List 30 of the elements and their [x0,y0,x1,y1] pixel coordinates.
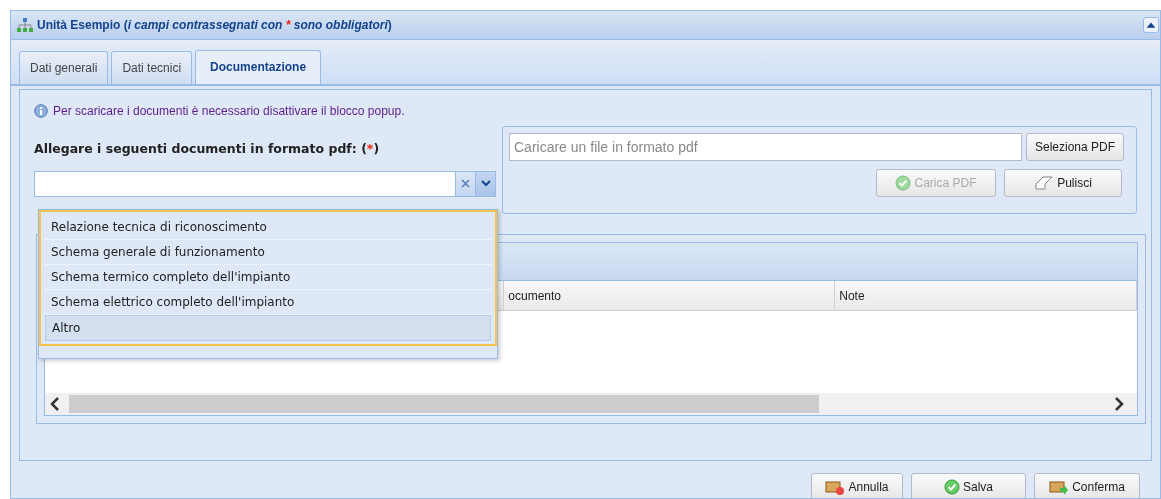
horizontal-scrollbar[interactable] [45,393,1137,415]
box-arrow-icon [1049,479,1070,495]
caret-icon[interactable] [475,171,495,196]
clear-button[interactable]: Pulisci [1004,169,1122,197]
tab[interactable]: Documentazione [195,50,322,84]
scrollbar-thumb[interactable] [69,395,819,413]
documents-label: Allegare i seguenti documenti in formato pdf: (*) [34,140,381,158]
dropdown-option[interactable]: Schema termico completo dell'impianto [45,265,491,290]
info-icon [34,104,48,118]
collapse-icon[interactable] [1143,17,1159,33]
check-icon [944,479,960,495]
column-header[interactable]: Note [835,281,1137,310]
window-title: Unità Esempio (i campi contrassegnati con * sono obbligatori) [37,17,392,34]
tree-icon [17,18,33,32]
save-button[interactable]: Salva [911,473,1026,498]
box-icon [825,479,846,495]
dropdown-option[interactable]: Relazione tecnica di riconoscimento [45,215,491,240]
cancel-button[interactable]: Annulla [811,473,903,498]
eraser-icon [1034,175,1055,191]
clear-icon[interactable] [455,171,475,196]
confirm-button[interactable]: Conferma [1034,473,1140,498]
column-header[interactable]: ocumento [504,281,836,310]
check-icon [895,175,912,191]
file-field[interactable]: Caricare un file in formato pdf [509,133,1022,161]
select-pdf-button[interactable]: Seleziona PDF [1026,133,1125,161]
info-message: Per scaricare i documenti è necessario disattivare il blocco popup. [53,103,405,120]
tab[interactable]: Dati tecnici [111,51,193,84]
dropdown-option[interactable]: Altro [45,315,491,341]
tab[interactable]: Dati generali [19,51,109,84]
dropdown-option[interactable]: Schema generale di funzionamento [45,240,491,265]
